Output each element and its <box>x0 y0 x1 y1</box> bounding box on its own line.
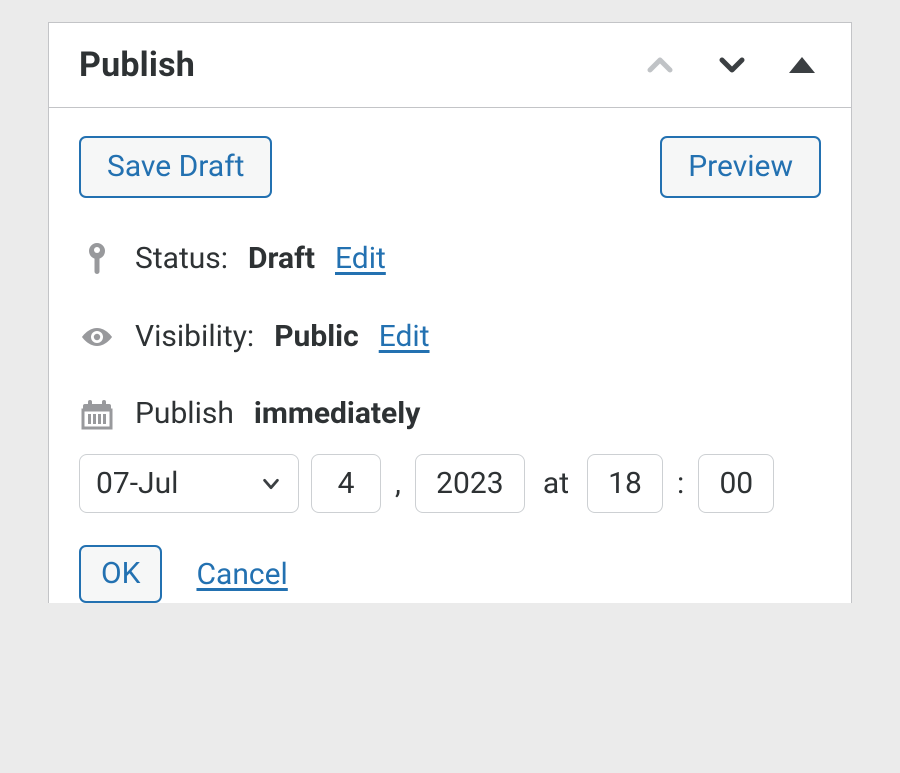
cancel-link[interactable]: Cancel <box>196 557 287 592</box>
schedule-row: 07-Jul , at : <box>79 454 821 513</box>
hour-input[interactable] <box>587 454 663 513</box>
panel-header: Publish <box>49 23 851 108</box>
visibility-edit-link[interactable]: Edit <box>379 322 430 352</box>
eye-icon <box>79 325 115 349</box>
month-select[interactable]: 07-Jul <box>79 454 299 513</box>
save-draft-button[interactable]: Save Draft <box>79 136 272 198</box>
confirm-row: OK Cancel <box>79 545 821 603</box>
publish-mode: immediately <box>254 399 420 429</box>
status-row: Status: Draft Edit <box>79 242 821 276</box>
move-up-icon[interactable] <box>645 50 675 80</box>
status-label: Status: <box>135 244 228 274</box>
publish-row: Publish immediately <box>79 398 821 430</box>
status-edit-link[interactable]: Edit <box>335 244 386 274</box>
at-label: at <box>537 466 575 501</box>
publish-panel: Publish Save Draft Preview Sta <box>48 22 852 603</box>
collapse-toggle-icon[interactable] <box>789 57 815 73</box>
comma-separator: , <box>393 466 403 501</box>
status-value: Draft <box>248 244 315 274</box>
day-input[interactable] <box>311 454 381 513</box>
key-icon <box>79 242 115 276</box>
chevron-down-icon <box>260 473 282 495</box>
visibility-row: Visibility: Public Edit <box>79 322 821 352</box>
month-select-value: 07-Jul <box>96 467 178 500</box>
year-input[interactable] <box>415 454 525 513</box>
preview-button[interactable]: Preview <box>660 136 821 198</box>
actions-row: Save Draft Preview <box>79 136 821 198</box>
panel-body: Save Draft Preview Status: Draft Edit <box>49 108 851 603</box>
move-down-icon[interactable] <box>717 50 747 80</box>
ok-button[interactable]: OK <box>79 545 162 603</box>
minute-input[interactable] <box>698 454 774 513</box>
publish-label: Publish <box>135 399 234 429</box>
visibility-label: Visibility: <box>135 322 254 352</box>
panel-header-controls <box>645 50 821 80</box>
panel-title: Publish <box>79 45 195 85</box>
visibility-value: Public <box>274 322 359 352</box>
calendar-icon <box>79 398 115 430</box>
colon-separator: : <box>675 466 686 501</box>
